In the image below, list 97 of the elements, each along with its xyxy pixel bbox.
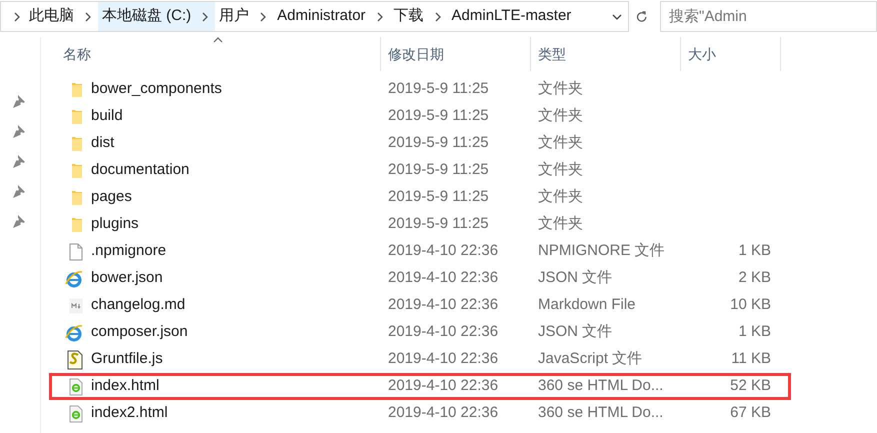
breadcrumb-item[interactable]: 下载 [390,5,428,28]
file-name: bower_components [91,79,222,100]
file-row[interactable]: build 2019-5-9 11:25 文件夹 [49,103,791,130]
chevron-icon [259,12,268,22]
chevron-icon [201,12,210,22]
file-row[interactable]: composer.json 2019-4-10 22:36 JSON 文件 1 KB [49,319,791,346]
date-cell-text: 2019-5-9 11:25 [387,187,490,208]
date-cell-text: 2019-4-10 22:36 [387,376,500,396]
file-row[interactable]: bower.json 2019-4-10 22:36 JSON 文件 2 KB [49,265,791,292]
size-cell-text: 52 KB [730,376,771,396]
type-cell-text: 文件夹 [537,214,584,234]
date-cell-text: 2019-4-10 22:36 [387,268,500,288]
type-cell-text: 文件夹 [537,187,584,208]
search-field[interactable]: 搜索"Admin [660,1,877,32]
type-cell-text: 360 se HTML Do... [537,376,664,396]
size-cell-text: 1 KB [738,241,771,262]
breadcrumb-item[interactable]: 此电脑 [25,5,78,28]
type-cell-text: 文件夹 [537,133,584,154]
globe-letter-icon [65,324,83,342]
file-name: composer.json [91,322,188,342]
chevron-icon [376,12,384,22]
file-row[interactable]: bower_components 2019-5-9 11:25 文件夹 [49,76,791,103]
sort-caret-icon [213,37,223,43]
date-cell-text: 2019-4-10 22:36 [387,295,500,316]
date-cell-text: 2019-4-10 22:36 [387,322,500,342]
folder-icon [71,81,83,98]
markdown-file-icon [69,298,83,314]
file-name: bower.json [91,268,163,288]
pin-icon[interactable] [13,213,27,229]
type-cell-text: JSON 文件 [537,322,614,342]
address-bar[interactable]: 此电脑 本地磁盘 (C:) 用户 Administrator 下载 AdminLTE-master [0,1,629,32]
file-name: dist [91,133,114,154]
chevron-icon [434,12,442,22]
date-cell-text: 2019-4-10 22:36 [387,241,500,262]
document-icon [69,242,83,260]
size-cell-text: 11 KB [731,349,771,370]
file-name: pages [91,187,132,208]
type-cell-text: NPMIGNORE 文件 [537,241,666,262]
folder-icon [71,108,83,125]
type-cell-text: JavaScript 文件 [537,349,644,370]
type-cell-text: 文件夹 [537,106,584,126]
size-cell-text: 1 KB [738,322,771,342]
file-row[interactable]: plugins 2019-5-9 11:25 文件夹 [49,211,791,238]
file-row[interactable]: dist 2019-5-9 11:25 文件夹 [49,130,791,157]
chevron-icon [13,12,21,22]
type-cell-text: 360 se HTML Do... [537,403,664,424]
date-cell-text: 2019-5-9 11:25 [387,106,490,126]
file-row[interactable]: changelog.md 2019-4-10 22:36 Markdown File 10 KB [49,292,791,319]
column-header[interactable]: 大小 [681,37,781,71]
file-name: documentation [91,160,190,180]
breadcrumb-item[interactable]: AdminLTE-master [448,5,576,28]
column-header[interactable]: 名称 [41,37,381,71]
date-cell-text: 2019-5-9 11:25 [387,160,490,180]
type-cell-text: 文件夹 [537,79,584,100]
folder-icon [71,189,83,206]
chevron-icon [84,12,92,22]
file-name: index2.html [91,403,168,424]
script-file-icon [67,350,83,370]
folder-icon [71,216,83,233]
file-row[interactable]: index.html 2019-4-10 22:36 360 se HTML Do... 52 KB [49,373,791,400]
size-cell-text: 2 KB [738,268,771,288]
date-cell-text: 2019-5-9 11:25 [387,133,490,154]
date-cell-text: 2019-4-10 22:36 [387,403,500,424]
type-cell-text: Markdown File [537,295,637,316]
file-name: .npmignore [91,241,166,262]
folder-icon [71,135,83,152]
date-cell-text: 2019-5-9 11:25 [387,214,490,234]
pin-icon[interactable] [13,183,27,199]
breadcrumb-item[interactable]: 用户 [215,5,254,28]
file-name: changelog.md [91,295,186,316]
html-file-icon [69,404,83,422]
type-cell-text: JSON 文件 [537,268,614,288]
file-name: Gruntfile.js [91,349,163,370]
file-name: plugins [91,214,139,234]
column-header[interactable]: 类型 [531,37,681,71]
refresh-icon[interactable] [634,8,648,24]
column-header[interactable]: 修改日期 [381,37,531,71]
type-cell-text: 文件夹 [537,160,584,180]
pin-icon[interactable] [13,93,27,109]
globe-letter-icon [65,270,83,288]
file-row[interactable]: pages 2019-5-9 11:25 文件夹 [49,184,791,211]
breadcrumb-item[interactable]: Administrator [273,5,370,28]
pin-icon[interactable] [13,153,27,169]
date-cell-text: 2019-4-10 22:36 [387,349,500,370]
pin-icon[interactable] [13,123,27,139]
size-cell-text: 67 KB [730,403,771,424]
folder-icon [71,162,83,179]
file-row[interactable]: .npmignore 2019-4-10 22:36 NPMIGNORE 文件 1 KB [49,238,791,265]
file-row[interactable]: documentation 2019-5-9 11:25 文件夹 [49,157,791,184]
file-row[interactable]: index2.html 2019-4-10 22:36 360 se HTML Do... 67 KB [49,400,791,427]
dropdown-icon[interactable] [612,12,622,20]
file-row[interactable]: Gruntfile.js 2019-4-10 22:36 JavaScript 文件 11 KB [49,346,791,373]
html-file-icon [69,378,83,396]
file-name: build [91,106,123,126]
file-name: index.html [91,376,160,396]
date-cell-text: 2019-5-9 11:25 [387,79,490,100]
size-cell-text: 10 KB [730,295,771,316]
